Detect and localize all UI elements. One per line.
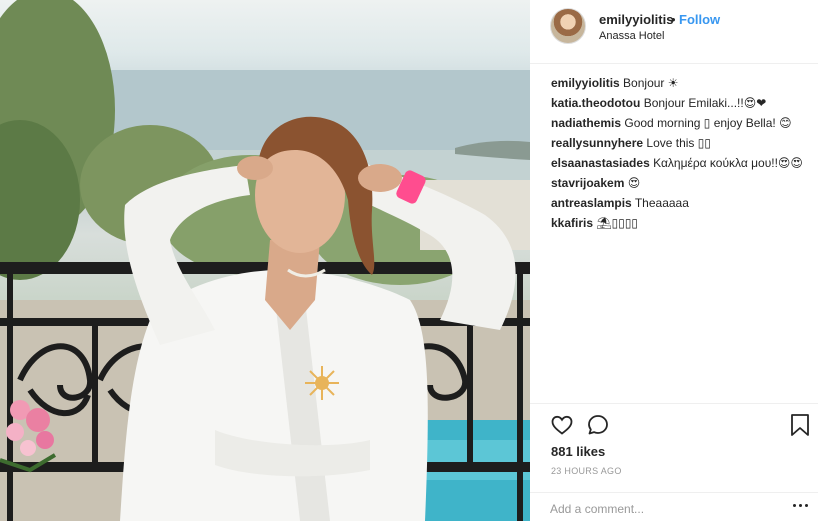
list-item: antreaslampis Theaaaaa (551, 193, 809, 213)
comment-text: Bonjour Emilaki...!!😍❤ (643, 96, 767, 110)
list-item: katia.theodotou Bonjour Emilaki...!!😍❤ (551, 93, 809, 113)
list-item: reallysunnyhere Love this ▯▯ (551, 133, 809, 153)
comment-text: 😍 (627, 176, 641, 190)
comment-text: ⛱▯▯▯▯ (596, 216, 639, 230)
comment-bubble-icon[interactable] (586, 413, 610, 437)
likes-count[interactable]: 881 likes (551, 444, 605, 459)
comment-username[interactable]: katia.theodotou (551, 96, 640, 110)
list-item: stavrijoakem 😍 (551, 173, 809, 193)
comment-text: Good morning ▯ enjoy Bella! 😊 (624, 116, 792, 130)
post-actions: 881 likes 23 HOURS AGO (530, 403, 818, 521)
comment-username[interactable]: kkafiris (551, 216, 593, 230)
follow-button[interactable]: Follow (679, 12, 720, 27)
list-item: emilyyiolitis Bonjour ☀ (551, 73, 809, 93)
comment-username[interactable]: antreaslampis (551, 196, 632, 210)
comment-list: emilyyiolitis Bonjour ☀ katia.theodotou … (551, 73, 809, 233)
more-options-icon[interactable] (792, 501, 810, 511)
comment-text: Bonjour ☀ (623, 76, 679, 90)
comment-username[interactable]: elsaanastasiades (551, 156, 650, 170)
post-author-username[interactable]: emilyyiolitis (599, 12, 673, 27)
comment-text: Theaaaaa (634, 196, 689, 210)
post-timestamp[interactable]: 23 HOURS AGO (551, 466, 622, 476)
comment-text: Love this ▯▯ (646, 136, 711, 150)
bookmark-icon[interactable] (790, 413, 810, 437)
post-photo-illustration (0, 0, 530, 521)
post-header: emilyyiolitis • Follow Anassa Hotel (530, 0, 818, 64)
comment-input[interactable] (550, 498, 770, 520)
avatar[interactable] (550, 8, 586, 44)
comment-username[interactable]: reallysunnyhere (551, 136, 643, 150)
comment-username[interactable]: stavrijoakem (551, 176, 624, 190)
list-item: elsaanastasiades Καλημέρα κούκλα μου!!😍😍 (551, 153, 809, 173)
post-photo[interactable] (0, 0, 530, 521)
comment-username[interactable]: nadiathemis (551, 116, 621, 130)
list-item: nadiathemis Good morning ▯ enjoy Bella! … (551, 113, 809, 133)
comment-text: Καλημέρα κούκλα μου!!😍😍 (653, 156, 803, 170)
add-comment-bar (530, 492, 818, 521)
comment-username[interactable]: emilyyiolitis (551, 76, 620, 90)
separator-dot: • (671, 12, 676, 27)
list-item: kkafiris ⛱▯▯▯▯ (551, 213, 809, 233)
post-location[interactable]: Anassa Hotel (599, 30, 664, 42)
post-sidebar: emilyyiolitis • Follow Anassa Hotel emil… (530, 0, 818, 521)
heart-outline-icon[interactable] (550, 413, 574, 437)
